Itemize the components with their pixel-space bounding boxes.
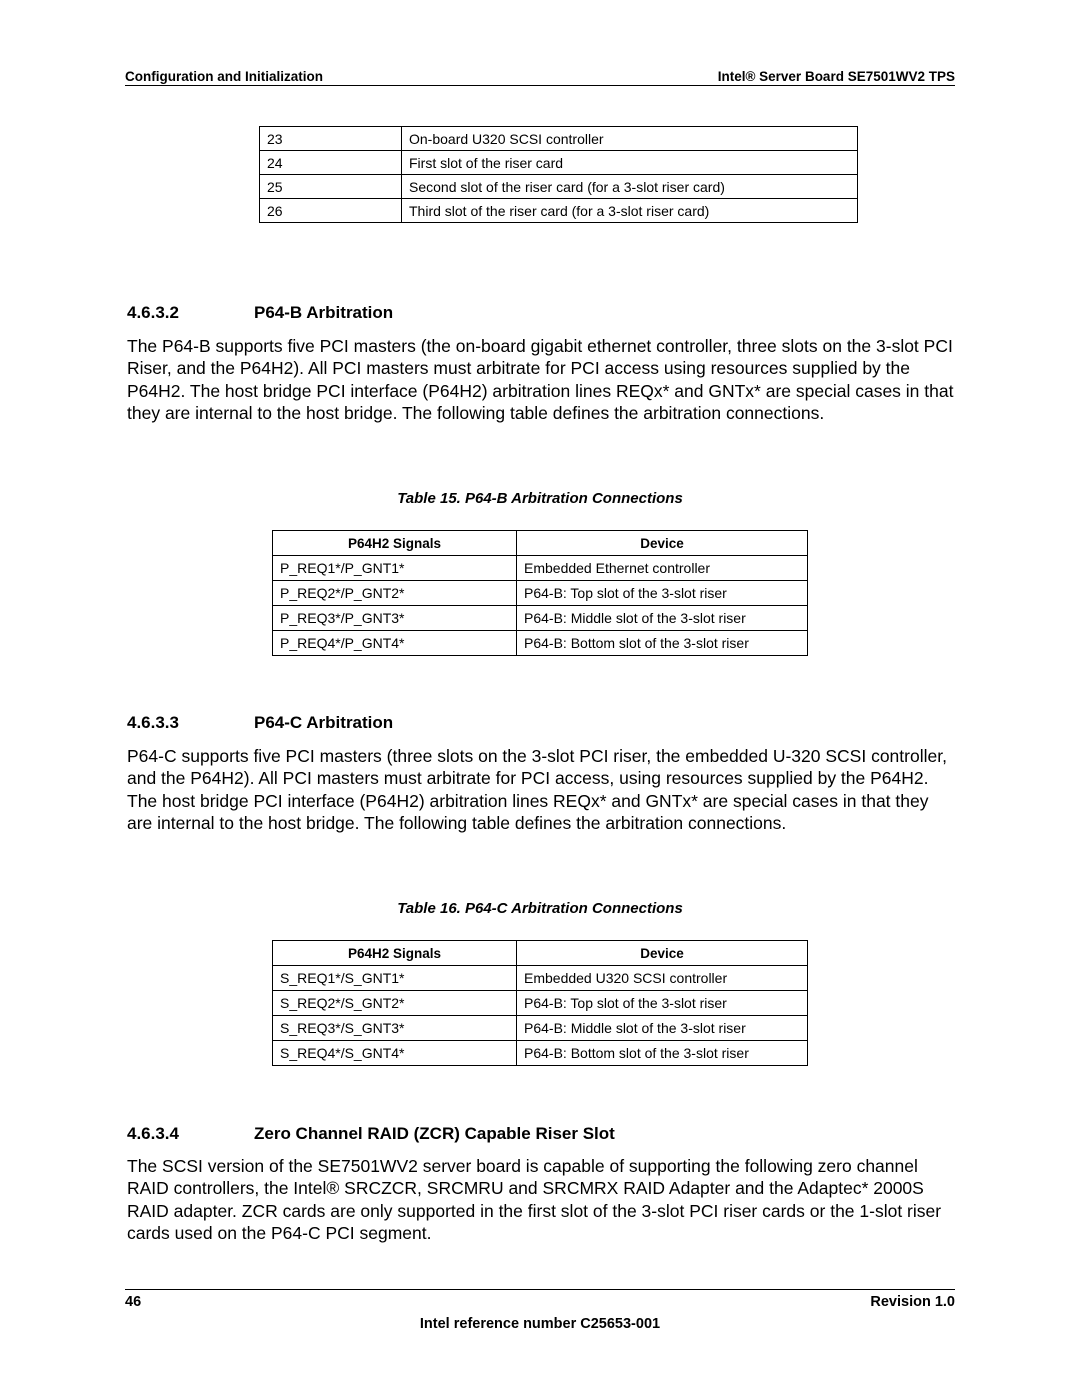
page-header: Configuration and Initialization Intel® … xyxy=(125,64,955,84)
table-cell: P_REQ2*/P_GNT2* xyxy=(272,580,517,606)
table-cell: P64-B: Middle slot of the 3-slot riser xyxy=(516,1015,808,1041)
table-cell: Embedded U320 SCSI controller xyxy=(516,965,808,991)
revision-label: Revision 1.0 xyxy=(870,1294,955,1310)
arbitration-table-p64c: P64H2 Signals Device S_REQ1*/S_GNT1* Embe… xyxy=(272,940,808,1066)
table-cell: P_REQ1*/P_GNT1* xyxy=(272,555,517,581)
table-row: P_REQ3*/P_GNT3* P64-B: Middle slot of the… xyxy=(272,605,808,631)
section-body: The P64-B supports five PCI masters (the… xyxy=(127,336,954,423)
column-header: Device xyxy=(516,940,808,966)
section-heading: 4.6.3.3 P64-C Arbitration xyxy=(127,713,393,733)
table-row: P_REQ4*/P_GNT4* P64-B: Bottom slot of the… xyxy=(272,630,808,656)
section-heading: 4.6.3.4 Zero Channel RAID (ZCR) Capable … xyxy=(127,1124,615,1144)
table-row: P_REQ1*/P_GNT1* Embedded Ethernet control… xyxy=(272,555,808,581)
table-header-row: P64H2 Signals Device xyxy=(272,530,808,556)
continued-table: 23 On-board U320 SCSI controller 24 First … xyxy=(259,126,858,223)
header-doc-title: Intel® Server Board SE7501WV2 TPS xyxy=(717,69,955,84)
header-section-title: Configuration and Initialization xyxy=(125,69,323,84)
arbitration-table-p64b: P64H2 Signals Device P_REQ1*/P_GNT1* Embe… xyxy=(272,530,808,656)
table-row: 23 On-board U320 SCSI controller xyxy=(259,126,858,151)
section-body: P64-C supports five PCI masters (three s… xyxy=(127,746,947,833)
table-row: S_REQ4*/S_GNT4* P64-B: Bottom slot of the… xyxy=(272,1040,808,1066)
section-body: The SCSI version of the SE7501WV2 server… xyxy=(127,1156,942,1243)
section-number: 4.6.3.4 xyxy=(127,1124,179,1143)
table-cell: Second slot of the riser card (for a 3-s… xyxy=(401,174,858,199)
table-cell: P_REQ3*/P_GNT3* xyxy=(272,605,517,631)
section-number: 4.6.3.3 xyxy=(127,713,179,732)
table-cell: S_REQ4*/S_GNT4* xyxy=(272,1040,517,1066)
table-header-row: P64H2 Signals Device xyxy=(272,940,808,966)
table-cell: First slot of the riser card xyxy=(401,150,858,175)
table-row: 25 Second slot of the riser card (for a 3… xyxy=(259,174,858,199)
table-cell: S_REQ3*/S_GNT3* xyxy=(272,1015,517,1041)
table-row: 26 Third slot of the riser card (for a 3-… xyxy=(259,198,858,223)
section-number: 4.6.3.2 xyxy=(127,303,179,322)
table-cell: Third slot of the riser card (for a 3-sl… xyxy=(401,198,858,223)
section-heading: 4.6.3.2 P64-B Arbitration xyxy=(127,303,393,323)
page-number: 46 xyxy=(125,1294,142,1310)
footer-rule xyxy=(125,1289,955,1290)
table-cell: S_REQ1*/S_GNT1* xyxy=(272,965,517,991)
reference-number: Intel reference number C25653-001 xyxy=(419,1316,661,1332)
column-header: P64H2 Signals xyxy=(272,530,517,556)
table-cell: 23 xyxy=(259,126,402,151)
table-cell: P64-B: Bottom slot of the 3-slot riser xyxy=(516,1040,808,1066)
table-cell: 24 xyxy=(259,150,402,175)
table-cell: Embedded Ethernet controller xyxy=(516,555,808,581)
table-caption: Table 15. P64-B Arbitration Connections xyxy=(397,490,683,507)
table-cell: P64-B: Top slot of the 3-slot riser xyxy=(516,990,808,1016)
column-header: P64H2 Signals xyxy=(272,940,517,966)
table-cell: P64-B: Bottom slot of the 3-slot riser xyxy=(516,630,808,656)
table-row: S_REQ2*/S_GNT2* P64-B: Top slot of the 3-… xyxy=(272,990,808,1016)
table-cell: On-board U320 SCSI controller xyxy=(401,126,858,151)
header-rule xyxy=(125,85,955,86)
column-header: Device xyxy=(516,530,808,556)
table-cell: P64-B: Middle slot of the 3-slot riser xyxy=(516,605,808,631)
page-footer: 46 Revision 1.0 xyxy=(125,1294,955,1310)
table-cell: S_REQ2*/S_GNT2* xyxy=(272,990,517,1016)
table-cell: P_REQ4*/P_GNT4* xyxy=(272,630,517,656)
section-title: P64-B Arbitration xyxy=(254,303,394,322)
table-row: S_REQ3*/S_GNT3* P64-B: Middle slot of the… xyxy=(272,1015,808,1041)
table-cell: 25 xyxy=(259,174,402,199)
table-row: S_REQ1*/S_GNT1* Embedded U320 SCSI contro… xyxy=(272,965,808,991)
section-title: Zero Channel RAID (ZCR) Capable Riser Sl… xyxy=(254,1124,615,1143)
table-cell: 26 xyxy=(259,198,402,223)
table-caption: Table 16. P64-C Arbitration Connections xyxy=(397,900,683,917)
section-title: P64-C Arbitration xyxy=(254,713,394,732)
table-cell: P64-B: Top slot of the 3-slot riser xyxy=(516,580,808,606)
table-row: 24 First slot of the riser card xyxy=(259,150,858,175)
table-row: P_REQ2*/P_GNT2* P64-B: Top slot of the 3-… xyxy=(272,580,808,606)
